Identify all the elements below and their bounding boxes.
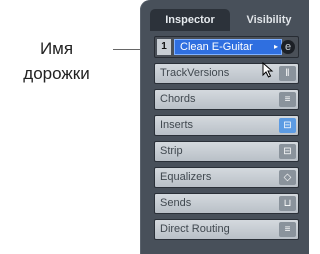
inspector-sections: 1 Clean E-Guitar ▸ e TrackVersions ‖ Cho… bbox=[154, 36, 299, 245]
edit-channel-icon[interactable]: e bbox=[281, 40, 295, 54]
tab-inspector[interactable]: Inspector bbox=[150, 9, 230, 31]
section-chords[interactable]: Chords ≡ bbox=[154, 89, 299, 110]
inspector-panel: Inspector Visibility 1 Clean E-Guitar ▸ … bbox=[140, 0, 309, 254]
strip-icon[interactable]: ⊟ bbox=[279, 144, 296, 159]
equalizers-icon[interactable]: ◇ bbox=[279, 170, 296, 185]
section-label: Strip bbox=[160, 145, 183, 157]
section-trackversions[interactable]: TrackVersions ‖ bbox=[154, 63, 299, 84]
tab-visibility[interactable]: Visibility bbox=[236, 11, 302, 29]
callout-line-2: дорожки bbox=[23, 64, 90, 83]
sends-icon[interactable]: ⊔ bbox=[279, 196, 296, 211]
track-arrow-icon: ▸ bbox=[273, 42, 278, 51]
section-label: TrackVersions bbox=[160, 67, 230, 79]
mouse-cursor-icon bbox=[262, 62, 274, 78]
inserts-icon[interactable]: ⊟ bbox=[279, 118, 296, 133]
callout-line-1: Имя bbox=[39, 39, 74, 58]
chords-icon[interactable]: ≡ bbox=[279, 92, 296, 107]
section-inserts[interactable]: Inserts ⊟ bbox=[154, 115, 299, 136]
section-strip[interactable]: Strip ⊟ bbox=[154, 141, 299, 162]
section-equalizers[interactable]: Equalizers ◇ bbox=[154, 167, 299, 188]
direct-routing-icon[interactable]: ≡ bbox=[279, 222, 296, 237]
section-label: Sends bbox=[160, 197, 192, 209]
track-name-callout: Имя дорожки bbox=[0, 36, 113, 86]
track-name-text: Clean E-Guitar bbox=[180, 41, 253, 53]
tab-bar: Inspector Visibility bbox=[140, 0, 309, 36]
section-label: Chords bbox=[160, 93, 196, 105]
section-label: Direct Routing bbox=[160, 223, 230, 235]
section-direct-routing[interactable]: Direct Routing ≡ bbox=[154, 219, 299, 240]
section-label: Inserts bbox=[160, 119, 194, 131]
section-sends[interactable]: Sends ⊔ bbox=[154, 193, 299, 214]
track-name-row[interactable]: 1 Clean E-Guitar ▸ e bbox=[154, 36, 299, 58]
track-number: 1 bbox=[157, 39, 171, 55]
track-versions-icon[interactable]: ‖ bbox=[279, 66, 296, 81]
section-label: Equalizers bbox=[160, 171, 212, 183]
track-name-field[interactable]: Clean E-Guitar ▸ bbox=[174, 39, 282, 55]
